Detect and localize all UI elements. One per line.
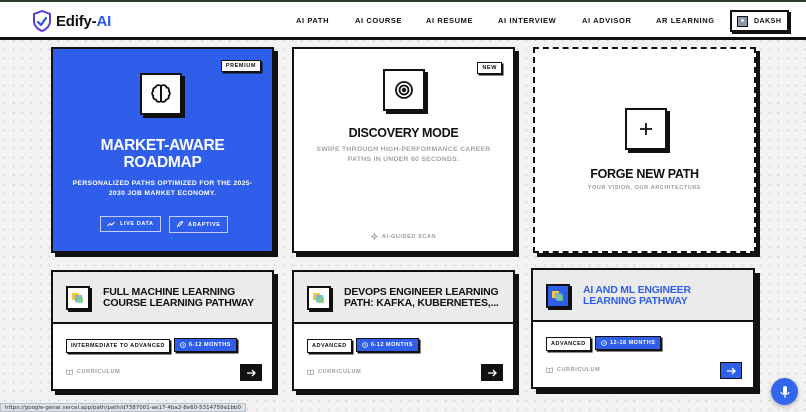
sparkle-icon (370, 233, 378, 240)
stack-icon (552, 291, 563, 301)
duration-tag: 6-12 MONTHS (356, 338, 419, 352)
course-thumbnail (546, 284, 570, 308)
course-card-devops[interactable]: DEVOPS ENGINEER LEARNING PATH: KAFKA, KU… (292, 270, 515, 391)
nav-ar-learning[interactable]: AR LEARNING (656, 16, 715, 25)
premium-badge: PREMIUM (220, 60, 261, 72)
nav-ai-course[interactable]: AI COURSE (355, 16, 402, 25)
avatar (737, 15, 748, 27)
open-course-button[interactable] (720, 362, 742, 379)
course-card-header: DEVOPS ENGINEER LEARNING PATH: KAFKA, KU… (294, 272, 513, 324)
target-icon (395, 81, 413, 99)
forge-new-path-subtitle: YOUR VISION, OUR ARCHITECTURE (587, 185, 702, 191)
curriculum-label: CURRICULUM (557, 367, 601, 373)
roadmap-description: PERSONALIZED PATHS OPTIMIZED FOR THE 202… (72, 180, 253, 197)
level-tag: ADVANCED (546, 337, 591, 351)
brain-icon-box (140, 73, 182, 115)
roadmap-title-line-2: ROADMAP (123, 154, 202, 171)
stack-icon (313, 293, 324, 303)
nav-ai-interview[interactable]: AI INTERVIEW (498, 16, 556, 25)
course-title: DEVOPS ENGINEER LEARNING PATH: KAFKA, KU… (344, 286, 499, 309)
open-course-button[interactable] (481, 364, 503, 381)
arrow-right-icon (488, 369, 497, 376)
course-thumbnail (66, 286, 90, 310)
plus-icon-box[interactable] (625, 108, 667, 150)
status-bar-url: https://google-genai.vercel.app/path/pat… (0, 403, 246, 412)
microphone-icon (779, 385, 790, 398)
duration-label: 6-12 MONTHS (189, 342, 231, 348)
duration-tag: 12-18 MONTHS (595, 336, 662, 350)
adaptive-chip[interactable]: ADAPTIVE (169, 216, 228, 233)
duration-label: 6-12 MONTHS (371, 342, 413, 348)
arrow-right-icon (727, 367, 736, 374)
live-data-label: LIVE DATA (120, 221, 154, 227)
roadmap-title-line-1: MARKET-AWARE (100, 137, 225, 154)
user-profile-button[interactable]: DAKSH (730, 10, 789, 32)
course-title: AI AND ML ENGINEER LEARNING PATHWAY (583, 284, 691, 307)
level-tag: INTERMEDIATE TO ADVANCED (66, 339, 170, 353)
curriculum-link[interactable]: CURRICULUM (66, 369, 120, 375)
open-course-button[interactable] (240, 364, 262, 381)
brain-icon (151, 84, 171, 103)
nav-ai-path[interactable]: AI PATH (296, 16, 329, 25)
clock-icon (601, 340, 607, 346)
ai-guided-scan-label: AI-GUIDED SCAN (381, 233, 437, 240)
new-badge: NEW (477, 62, 502, 74)
user-name: DAKSH (754, 17, 782, 25)
clock-icon (180, 342, 186, 348)
voice-assistant-button[interactable] (771, 378, 798, 405)
duration-tag: 6-12 MONTHS (174, 338, 237, 352)
duration-label: 12-18 MONTHS (610, 340, 656, 346)
trend-icon (107, 221, 115, 227)
curriculum-link[interactable]: CURRICULUM (546, 367, 600, 373)
plus-icon (640, 123, 652, 135)
course-title: FULL MACHINE LEARNING COURSE LEARNING PA… (103, 286, 254, 309)
book-icon (307, 369, 314, 375)
nav-ai-advisor[interactable]: AI ADVISOR (582, 16, 631, 25)
ai-guided-scan: AI-GUIDED SCAN (294, 233, 513, 240)
curriculum-label: CURRICULUM (77, 369, 121, 375)
nav-ai-resume[interactable]: AI RESUME (426, 16, 473, 25)
forge-new-path-title: FORGE NEW PATH (590, 167, 699, 181)
course-card-ai-ml-engineer[interactable]: AI AND ML ENGINEER LEARNING PATHWAY ADVA… (531, 268, 755, 389)
stack-icon (72, 293, 83, 303)
curriculum-link[interactable]: CURRICULUM (307, 369, 361, 375)
course-card-machine-learning[interactable]: FULL MACHINE LEARNING COURSE LEARNING PA… (51, 270, 274, 391)
arrow-right-icon (247, 369, 256, 376)
book-icon (546, 367, 553, 373)
course-card-header: FULL MACHINE LEARNING COURSE LEARNING PA… (53, 272, 272, 324)
top-navigation-bar: Edify-AI AI PATH AI COURSE AI RESUME AI … (0, 2, 806, 40)
discovery-mode-description: SWIPE THROUGH HIGH-PERFORMANCE CAREER PA… (316, 146, 491, 163)
forge-new-path-card[interactable]: FORGE NEW PATH YOUR VISION, OUR ARCHITEC… (533, 47, 756, 253)
rocket-icon (176, 221, 183, 228)
market-aware-roadmap-card[interactable]: PREMIUM MARKET-AWARE ROADMAP PERSONALIZE… (51, 47, 274, 253)
book-icon (66, 369, 73, 375)
target-icon-box (383, 69, 425, 111)
course-card-header: AI AND ML ENGINEER LEARNING PATHWAY (533, 270, 753, 322)
main-nav: AI PATH AI COURSE AI RESUME AI INTERVIEW… (0, 16, 806, 28)
curriculum-label: CURRICULUM (318, 369, 362, 375)
discovery-mode-title: DISCOVERY MODE (348, 126, 459, 140)
discovery-mode-card[interactable]: NEW DISCOVERY MODE SWIPE THROUGH HIGH-PE… (292, 47, 515, 253)
clock-icon (362, 342, 368, 348)
course-thumbnail (307, 286, 331, 310)
level-tag: ADVANCED (307, 339, 352, 353)
adaptive-label: ADAPTIVE (188, 221, 221, 228)
live-data-chip[interactable]: LIVE DATA (100, 216, 161, 232)
